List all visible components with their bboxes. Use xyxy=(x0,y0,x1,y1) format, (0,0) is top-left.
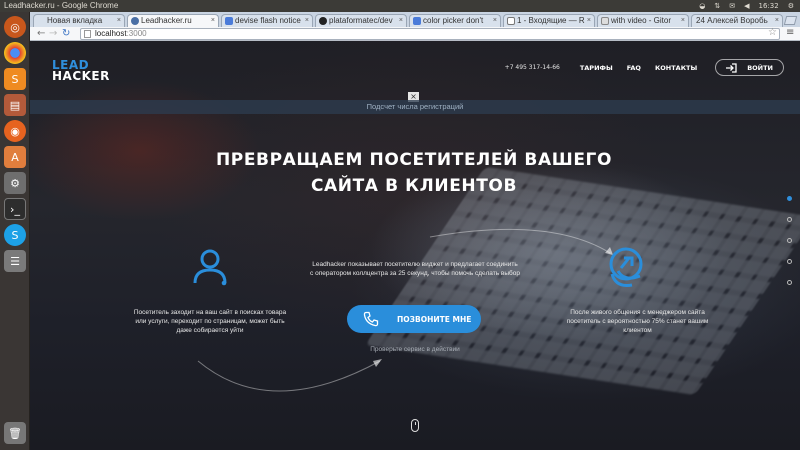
tab-label: color picker don't xyxy=(423,16,484,25)
trash-icon[interactable]: 🗑 xyxy=(4,422,26,444)
volume-icon[interactable]: ◀ xyxy=(744,0,749,12)
close-icon[interactable]: × xyxy=(587,15,591,27)
favicon-icon xyxy=(131,17,139,25)
tab-label: 24 Алексей Воробь xyxy=(696,16,768,25)
terminal-icon[interactable]: ›_ xyxy=(4,198,26,220)
tab-label: Leadhacker.ru xyxy=(141,16,192,25)
url-host: localhost xyxy=(95,29,127,38)
nav-faq[interactable]: FAQ xyxy=(627,64,641,72)
pager-dot[interactable] xyxy=(787,238,792,243)
conversion-description: После живого общения с менеджером сайта … xyxy=(566,309,709,334)
close-icon[interactable]: × xyxy=(493,15,497,27)
tab-label: Новая вкладка xyxy=(47,16,103,25)
visitor-description: Посетитель заходит на ваш сайт в поисках… xyxy=(133,309,287,334)
nav-tariffs[interactable]: ТАРИФЫ xyxy=(580,64,613,72)
close-icon[interactable]: × xyxy=(399,15,403,27)
notice-text: Подсчет числа регистраций xyxy=(366,102,464,111)
try-service-link[interactable]: Проверьте сервис в действии xyxy=(330,346,500,353)
url-port: :3000 xyxy=(126,29,147,38)
system-tray: ◒ ⇅ ✉ ◀ 16:32 ⚙ xyxy=(699,0,794,12)
flash-notice: Подсчет числа регистраций xyxy=(30,100,800,114)
phone-icon xyxy=(363,311,379,327)
browser-tab-strip: Новая вкладка × Leadhacker.ru × devise fla… xyxy=(30,12,800,27)
section-pager xyxy=(787,196,795,301)
login-label: ВОЙТИ xyxy=(747,63,773,72)
tab-gitorious[interactable]: with video - Gitor × xyxy=(597,14,689,27)
tab-color-picker[interactable]: color picker don't × xyxy=(409,14,501,27)
tab-label: plataformatec/dev xyxy=(329,16,393,25)
wifi-icon[interactable]: ◒ xyxy=(699,0,705,12)
login-icon xyxy=(726,62,737,73)
window-title: Leadhacker.ru - Google Chrome xyxy=(4,1,119,10)
chrome-icon[interactable] xyxy=(4,42,26,64)
google-icon xyxy=(225,17,233,25)
github-icon xyxy=(319,17,327,25)
tab-new-tab[interactable]: Новая вкладка × xyxy=(33,14,125,27)
phone-number[interactable]: +7 495 317-14-66 xyxy=(505,64,560,71)
power-icon[interactable]: ⚙ xyxy=(788,0,794,12)
pager-dot[interactable] xyxy=(787,259,792,264)
hero-title: ПРЕВРАЩАЕМ ПОСЕТИТЕЛЕЙ ВАШЕГО САЙТА В КЛ… xyxy=(215,150,613,196)
files-icon[interactable]: ▤ xyxy=(4,94,26,116)
logo-line2: HACKER xyxy=(52,69,110,83)
database-icon[interactable]: ☰ xyxy=(4,250,26,272)
ubuntu-logo-icon[interactable]: ◎ xyxy=(4,16,26,38)
close-icon[interactable]: × xyxy=(681,15,685,27)
new-tab-button[interactable] xyxy=(783,16,798,25)
tab-leadhacker[interactable]: Leadhacker.ru × xyxy=(127,14,219,27)
conversion-chip-icon xyxy=(609,247,643,287)
os-top-panel: Leadhacker.ru - Google Chrome ◒ ⇅ ✉ ◀ 16… xyxy=(0,0,800,12)
keyboard-layout-icon[interactable]: ⇅ xyxy=(714,0,720,12)
page-icon xyxy=(84,30,91,38)
skype-icon[interactable]: S xyxy=(4,224,26,246)
reload-icon[interactable]: ↻ xyxy=(62,28,70,40)
tab-label: devise flash notice xyxy=(235,16,301,25)
launcher: ◎ S ▤ ◉ A ⚙ ›_ S ☰ 🗑 xyxy=(0,12,30,450)
top-navigation: +7 495 317-14-66 ТАРИФЫ FAQ КОНТАКТЫ ВОЙ… xyxy=(505,59,784,76)
call-me-button[interactable]: ПОЗВОНИТЕ МНЕ xyxy=(347,305,481,333)
page-content: LEAD HACKER +7 495 317-14-66 ТАРИФЫ FAQ … xyxy=(30,41,800,450)
close-icon[interactable]: × xyxy=(775,15,779,27)
back-icon[interactable]: ← xyxy=(37,28,45,40)
software-center-icon[interactable]: A xyxy=(4,146,26,168)
mail-icon[interactable]: ✉ xyxy=(729,0,735,12)
firefox-icon[interactable]: ◉ xyxy=(4,120,26,142)
widget-description: Leadhacker показывает посетителю виджет … xyxy=(310,261,520,277)
document-icon xyxy=(601,17,609,25)
menu-icon[interactable]: ≡ xyxy=(786,27,794,39)
tab-inbox[interactable]: 1 - Входящие — R × xyxy=(503,14,595,27)
tab-label: 1 - Входящие — R xyxy=(517,16,585,25)
nav-contacts[interactable]: КОНТАКТЫ xyxy=(655,64,697,72)
login-button[interactable]: ВОЙТИ xyxy=(715,59,784,76)
settings-icon[interactable]: ⚙ xyxy=(4,172,26,194)
browser-toolbar: ← → ↻ localhost:3000 ☆ ≡ xyxy=(30,27,800,41)
clock[interactable]: 16:32 xyxy=(759,0,779,12)
bookmark-star-icon[interactable]: ☆ xyxy=(768,27,777,39)
sublime-text-icon[interactable]: S xyxy=(4,68,26,90)
close-icon[interactable]: × xyxy=(117,15,121,27)
google-icon xyxy=(413,17,421,25)
logo[interactable]: LEAD HACKER xyxy=(52,59,110,83)
forward-icon[interactable]: → xyxy=(49,28,57,40)
pager-dot[interactable] xyxy=(787,196,792,201)
scroll-down-icon[interactable] xyxy=(411,419,419,432)
close-icon[interactable]: × xyxy=(305,15,309,27)
address-bar[interactable]: localhost:3000 xyxy=(80,28,780,40)
tab-devise-search[interactable]: devise flash notice × xyxy=(221,14,313,27)
call-me-label: ПОЗВОНИТЕ МНЕ xyxy=(397,314,472,324)
mail-icon xyxy=(507,17,515,25)
close-icon[interactable]: × xyxy=(211,15,215,27)
pager-dot[interactable] xyxy=(787,280,792,285)
pager-dot[interactable] xyxy=(787,217,792,222)
tab-label: with video - Gitor xyxy=(611,16,672,25)
tab-github[interactable]: plataformatec/dev × xyxy=(315,14,407,27)
tab-vk-message[interactable]: 24 Алексей Воробь × xyxy=(691,14,783,27)
user-icon xyxy=(193,249,227,286)
